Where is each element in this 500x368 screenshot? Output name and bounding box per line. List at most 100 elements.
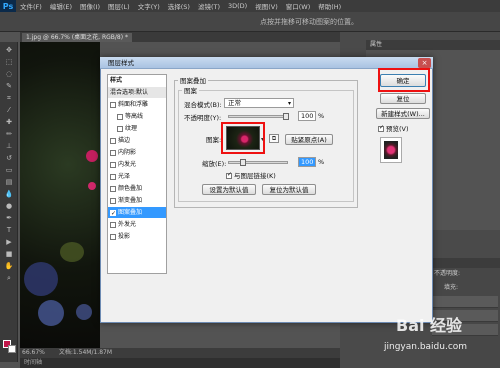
style-item-contour[interactable]: 等高线 [108,111,166,122]
scale-input[interactable]: 100 [298,157,316,167]
layer-row[interactable] [432,296,498,308]
opacity-input[interactable]: 100 [298,111,316,121]
style-checkbox[interactable] [110,233,116,240]
timeline-bar[interactable]: 时间轴 [20,358,350,368]
properties-panel-header[interactable]: 属性 [366,40,500,50]
style-checkbox[interactable] [110,197,116,204]
path-select-tool-icon[interactable]: ▶ [4,238,14,246]
ok-highlight-box [378,68,430,92]
scale-slider-thumb[interactable] [240,159,246,166]
set-as-default-button[interactable]: 设置为默认值 [202,184,256,195]
baidu-watermark-url: jingyan.baidu.com [384,342,468,352]
opacity-slider-thumb[interactable] [283,113,289,120]
style-item-satin[interactable]: 光泽 [108,171,166,182]
lasso-tool-icon[interactable]: ◌ [4,70,14,78]
brush-tool-icon[interactable]: ✏ [4,130,14,138]
blur-tool-icon[interactable]: 💧 [4,190,14,198]
clone-stamp-tool-icon[interactable]: ⊥ [4,142,14,150]
preview-label: 预览(V) [386,125,409,133]
crop-tool-icon[interactable]: ⌗ [4,94,14,102]
style-item-label: 等高线 [125,113,144,120]
shape-tool-icon[interactable]: ■ [4,250,14,258]
style-checkbox[interactable] [110,221,116,228]
flower-blob [38,300,64,326]
healing-brush-tool-icon[interactable]: ✚ [4,118,14,126]
style-item-drop-shadow[interactable]: 投影 [108,231,166,242]
status-bar: 66.67% 文档:1.54M/1.87M [20,348,350,358]
style-checkbox[interactable] [110,149,116,156]
tools-panel: ✥ ⬚ ◌ ✎ ⌗ ⁄ ✚ ✏ ⊥ ↺ ▭ ▤ 💧 ● ✒ T ▶ ■ ✋ ⌕ [0,42,18,362]
menu-select[interactable]: 选择(S) [164,1,194,11]
style-item-inner-glow[interactable]: 内发光 [108,159,166,170]
scale-label: 缩放(E): [202,160,227,168]
zoom-tool-icon[interactable]: ⌕ [4,274,14,282]
eraser-tool-icon[interactable]: ▭ [4,166,14,174]
link-with-layer-checkbox[interactable] [226,171,232,179]
marquee-tool-icon[interactable]: ⬚ [4,58,14,66]
menu-window[interactable]: 窗口(W) [282,1,315,11]
style-item-label: 内阴影 [118,149,137,156]
styles-header[interactable]: 样式 [108,75,166,86]
menu-image[interactable]: 图像(I) [76,1,104,11]
quick-select-tool-icon[interactable]: ✎ [4,82,14,90]
style-checkbox[interactable] [110,185,116,192]
style-item-bevel-emboss[interactable]: 斜面和浮雕 [108,99,166,110]
style-item-outer-glow[interactable]: 外发光 [108,219,166,230]
reset-to-default-button[interactable]: 复位为默认值 [262,184,316,195]
zoom-level[interactable]: 66.67% [22,348,45,358]
style-checkbox[interactable] [117,125,123,132]
preview-checkbox[interactable] [378,124,384,132]
preview-option[interactable]: 预览(V) [378,123,409,133]
new-style-button[interactable]: 新建样式(W)... [376,108,430,119]
document-tab[interactable]: 1.jpg @ 66.7% (桌面之花, RGB/8) * [22,33,132,42]
style-checkbox[interactable] [117,113,123,120]
flower-blob [86,150,98,162]
style-item-color-overlay[interactable]: 颜色叠加 [108,183,166,194]
style-item-inner-shadow[interactable]: 内阴影 [108,147,166,158]
style-item-label: 内发光 [118,161,137,168]
dodge-tool-icon[interactable]: ● [4,202,14,210]
gradient-tool-icon[interactable]: ▤ [4,178,14,186]
style-checkbox[interactable] [110,137,116,144]
style-checkbox-checked[interactable] [110,208,116,219]
style-item-texture[interactable]: 纹理 [108,123,166,134]
history-brush-tool-icon[interactable]: ↺ [4,154,14,162]
menu-filter[interactable]: 滤镜(T) [194,1,224,11]
opacity-slider[interactable] [228,115,288,118]
reset-button[interactable]: 复位 [380,93,426,104]
blend-options-item[interactable]: 混合选项:默认 [108,87,166,98]
menu-help[interactable]: 帮助(H) [314,1,345,11]
menu-3d[interactable]: 3D(D) [224,2,251,10]
style-item-gradient-overlay[interactable]: 渐变叠加 [108,195,166,206]
new-preset-icon[interactable]: ⧉ [269,134,279,143]
pattern-label: 图案: [206,136,222,144]
style-checkbox[interactable] [110,101,116,108]
menu-layer[interactable]: 图层(L) [104,1,134,11]
menu-view[interactable]: 视图(V) [251,1,282,11]
style-checkbox[interactable] [110,161,116,168]
pen-tool-icon[interactable]: ✒ [4,214,14,222]
layer-opacity-label: 不透明度: [434,270,461,277]
eyedropper-tool-icon[interactable]: ⁄ [4,106,14,114]
style-item-label: 光泽 [118,173,131,180]
link-with-layer-option[interactable]: 与图层链接(K) [226,170,276,180]
background-color-swatch[interactable] [8,345,16,353]
move-tool-icon[interactable]: ✥ [4,46,14,54]
text-tool-icon[interactable]: T [4,226,14,234]
style-item-pattern-overlay[interactable]: 图案叠加 [108,207,166,219]
layers-panel-header[interactable] [430,258,500,268]
menu-type[interactable]: 文字(Y) [134,1,164,11]
snap-to-origin-button[interactable]: 贴紧原点(A) [285,134,333,145]
blend-mode-select[interactable]: 正常 [224,98,294,108]
style-item-stroke[interactable]: 描边 [108,135,166,146]
menu-edit[interactable]: 编辑(E) [46,1,76,11]
style-checkbox[interactable] [110,173,116,180]
scale-unit: % [318,158,325,166]
photoshop-logo: Ps [0,0,16,12]
dialog-close-button[interactable]: × [418,58,431,68]
options-bar [0,12,500,32]
scale-slider[interactable] [228,161,288,164]
menu-file[interactable]: 文件(F) [16,1,46,11]
image-canvas[interactable] [20,42,100,348]
hand-tool-icon[interactable]: ✋ [4,262,14,270]
